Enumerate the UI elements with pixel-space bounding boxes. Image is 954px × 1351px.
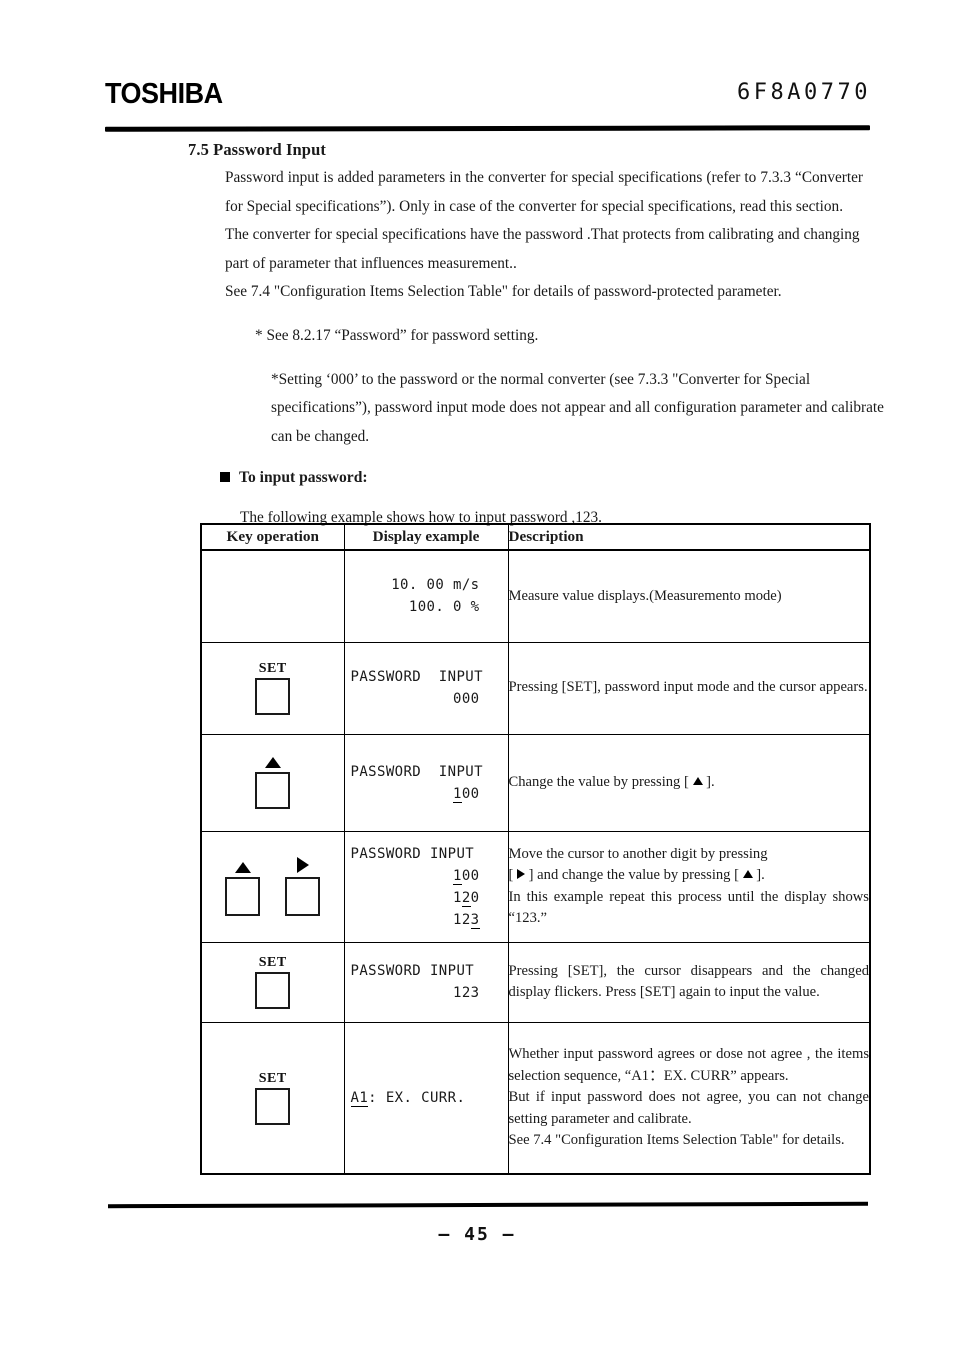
display-example-cell: PASSWORD INPUT 100 [343, 733, 509, 832]
display-line: 10. 00 m/s [391, 577, 480, 594]
key-operation-cell: SET [200, 941, 345, 1023]
note-2: *Setting ‘000’ to the password or the no… [271, 370, 884, 445]
display-line: PASSWORD INPUT [350, 669, 483, 685]
key-operation-cell: SET [200, 1021, 345, 1175]
key-box-icon [285, 877, 321, 916]
description-cell: Move the cursor to another digit by pres… [507, 830, 871, 943]
bullet-heading-label: To input password: [239, 469, 368, 487]
display-example-cell: 10. 00 m/s 100. 0 % [343, 549, 509, 643]
column-header-description: Description [507, 523, 871, 551]
note-1: * See 8.2.17 “Password” for password set… [255, 326, 539, 344]
description-line: In this example repeat this process unti… [508, 888, 870, 927]
display-line: A1: EX. CURR. [350, 1089, 466, 1107]
description-part: Change the value by pressing [ [508, 773, 693, 790]
key-operation-cell [200, 733, 345, 832]
document-page: TOSHIBA 6F8A0770 7.5 Password Input Pass… [0, 0, 954, 1351]
display-line: 123 [453, 985, 480, 1001]
key-operation-cell [200, 549, 345, 643]
display-digits: 00 [461, 785, 480, 802]
display-line: 120 [452, 889, 480, 907]
arrow-up-key[interactable] [251, 756, 295, 809]
triangle-up-icon [264, 756, 281, 768]
key-operation-cell [200, 830, 345, 943]
display-line: 100 [452, 785, 480, 803]
description-cell: Change the value by pressing [ ]. [507, 733, 871, 832]
set-key-label: SET [258, 955, 287, 970]
table-row: PASSWORD INPUT 100 Change the value by p… [200, 733, 871, 832]
triangle-right-icon [517, 869, 526, 879]
triangle-up-icon [234, 862, 251, 873]
display-line: PASSWORD INPUT [350, 845, 475, 862]
table-header-row: Key operation Display example Descriptio… [200, 523, 871, 551]
header-divider [104, 125, 871, 132]
page-header: TOSHIBA 6F8A0770 [105, 72, 871, 128]
display-example-cell: PASSWORD INPUT 100 120 123 [343, 830, 509, 943]
key-box-icon [225, 877, 261, 916]
square-bullet-icon [220, 472, 230, 483]
display-line: PASSWORD INPUT [350, 963, 475, 979]
page-number: — 45 — [438, 1224, 516, 1245]
key-group: SET [202, 955, 344, 1009]
toshiba-logo: TOSHIBA [105, 78, 223, 110]
description-line: Whether input password agrees or dose no… [508, 1046, 870, 1084]
set-key[interactable]: SET [251, 955, 295, 1009]
key-group [202, 756, 344, 809]
paragraph-2: The converter for special specifications… [225, 226, 860, 272]
key-group: SET [202, 661, 344, 715]
set-key-label: SET [258, 661, 287, 676]
key-operation-table-wrapper: Key operation Display example Descriptio… [200, 523, 871, 1175]
key-operation-cell: SET [200, 641, 345, 735]
display-example-cell: PASSWORD INPUT 000 [343, 641, 509, 735]
display-line: PASSWORD INPUT [350, 763, 483, 780]
table-row: SET PASSWORD INPUT 000 Pressing [SET], p… [200, 641, 871, 735]
set-key-label: SET [258, 1070, 287, 1086]
description-part: ]. [702, 773, 715, 790]
table-row: SET A1: EX. CURR. Whether input password… [200, 1021, 871, 1175]
display-line: 100 [452, 867, 480, 885]
description-line: [ ] and change the value by pressing [ ]… [508, 867, 765, 883]
description-line: But if input password does not agree, yo… [508, 1089, 870, 1127]
arrow-right-key[interactable] [281, 857, 325, 916]
description-line: Move the cursor to another digit by pres… [508, 845, 768, 862]
key-group [202, 857, 344, 916]
column-header-key-operation: Key operation [200, 523, 345, 551]
arrow-up-key[interactable] [221, 862, 265, 916]
display-example-cell: PASSWORD INPUT 123 [343, 941, 509, 1023]
page-content: 7.5 Password Input Password input is add… [105, 140, 884, 537]
key-box-icon [255, 1087, 291, 1125]
key-operation-table: Key operation Display example Descriptio… [200, 523, 871, 1175]
paragraph-3: See 7.4 "Configuration Items Selection T… [225, 283, 782, 300]
column-header-display-example: Display example [343, 523, 509, 551]
table-row: PASSWORD INPUT 100 120 123 Move the curs… [200, 830, 871, 943]
key-group: SET [202, 1071, 344, 1125]
footer-divider [107, 1201, 869, 1209]
section-title: 7.5 Password Input [188, 140, 326, 159]
table-row: SET PASSWORD INPUT 123 Pressing [SET], t… [200, 941, 871, 1023]
key-box-icon [255, 771, 291, 809]
table-row: 10. 00 m/s 100. 0 % Measure value displa… [200, 549, 871, 643]
display-example-cell: A1: EX. CURR. [343, 1021, 509, 1175]
description-cell: Pressing [SET], the cursor disappears an… [507, 941, 871, 1023]
set-key[interactable]: SET [251, 1071, 295, 1125]
display-line: 123 [452, 911, 480, 929]
paragraph-1: Password input is added parameters in th… [225, 169, 863, 215]
display-line: 100. 0 % [408, 599, 480, 616]
triangle-up-icon [742, 870, 753, 878]
bullet-heading: To input password: [220, 469, 871, 487]
description-cell: Whether input password agrees or dose no… [507, 1021, 871, 1175]
description-cell: Pressing [SET], password input mode and … [507, 641, 871, 735]
triangle-right-icon [296, 857, 309, 873]
description-line: See 7.4 "Configuration Items Selection T… [508, 1132, 845, 1148]
set-key[interactable]: SET [251, 661, 295, 715]
triangle-up-icon [692, 776, 703, 785]
display-line: 000 [453, 691, 480, 707]
document-number: 6F8A0770 [737, 80, 871, 105]
key-box-icon [255, 678, 291, 715]
key-box-icon [255, 972, 291, 1009]
description-cell: Measure value displays.(Measuremento mod… [507, 549, 871, 643]
